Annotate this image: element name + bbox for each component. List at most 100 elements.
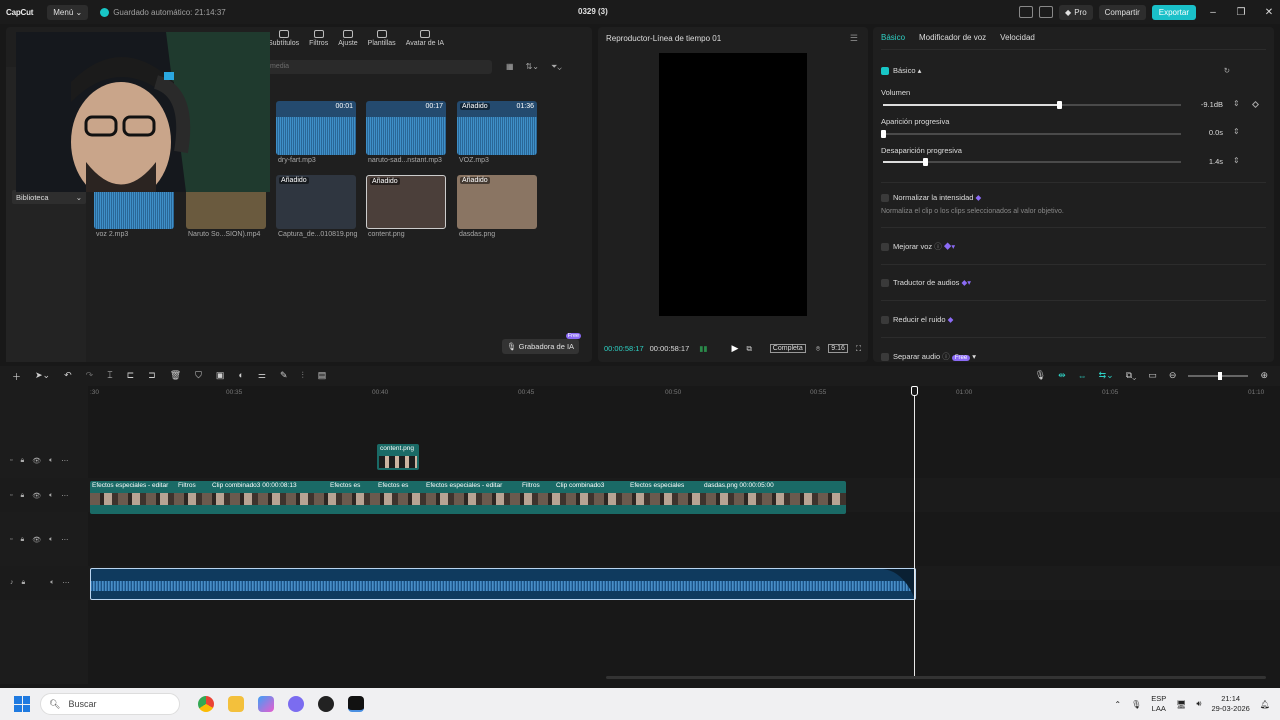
tab-filters[interactable]: Filtros xyxy=(309,30,328,47)
fade-out-value[interactable]: 1.4s xyxy=(1189,157,1223,166)
media-item[interactable]: Añadido 01:36 xyxy=(457,101,537,155)
menu-button[interactable]: Menú ⌄ xyxy=(47,4,89,20)
enhance-checkbox[interactable] xyxy=(881,243,889,252)
minimize-icon[interactable]: – xyxy=(1202,7,1224,18)
lock-icon[interactable]: 🔒︎ xyxy=(22,579,26,587)
close-icon[interactable]: ✕ xyxy=(1258,7,1280,18)
share-button[interactable]: Compartir xyxy=(1098,4,1146,20)
link-icon[interactable]: ⇹ xyxy=(1058,370,1066,381)
media-search-input[interactable]: media xyxy=(264,60,492,74)
zoom-knob[interactable] xyxy=(1218,371,1223,380)
adjust-icon[interactable]: ⚌ xyxy=(258,370,266,383)
media-item[interactable]: 00:01 xyxy=(276,101,356,155)
playhead-handle[interactable] xyxy=(911,386,918,396)
fade-out-knob[interactable] xyxy=(922,158,928,166)
media-icon[interactable]: ▣ xyxy=(216,370,225,383)
chrome-icon[interactable] xyxy=(198,696,214,712)
zoom-slider[interactable] xyxy=(1188,371,1249,380)
tab-adjust[interactable]: Ajuste xyxy=(338,30,358,47)
translate-checkbox[interactable] xyxy=(881,279,889,288)
stepper-icon[interactable]: ⇕ xyxy=(1233,99,1240,108)
enhance-voice-row[interactable]: Mejorar voz ⓘ ◆▾ xyxy=(881,241,1266,252)
speaker-icon[interactable]: 🔈︎ xyxy=(50,579,54,587)
filter-icon[interactable]: ⏷⌄ xyxy=(551,62,562,72)
select-tool-icon[interactable]: ➤⌄ xyxy=(35,370,50,383)
tab-subtitles[interactable]: Subtítulos xyxy=(268,30,299,47)
reset-icon[interactable]: ↻ xyxy=(1224,66,1230,75)
menu-icon[interactable]: ☰ xyxy=(850,33,858,44)
more-icon[interactable]: ⋯ xyxy=(61,457,68,465)
edit-icon[interactable]: ✎ xyxy=(280,370,288,383)
copilot-icon[interactable] xyxy=(258,696,274,712)
tab-ai-avatar[interactable]: Avatar de IA xyxy=(406,30,444,47)
maximize-icon[interactable]: ❐ xyxy=(1230,7,1252,18)
obs-icon[interactable] xyxy=(318,696,334,712)
undo-icon[interactable]: ↶ xyxy=(64,370,72,383)
zoom-out-icon[interactable]: ⊖ xyxy=(1169,370,1177,381)
play-icon[interactable]: ▶ xyxy=(732,343,739,354)
media-item[interactable]: Añadido xyxy=(276,175,356,229)
player-canvas[interactable] xyxy=(659,53,807,316)
track-thumb-icon[interactable]: ▫ xyxy=(10,457,12,465)
fullscreen-icon[interactable]: ⛶ xyxy=(856,344,861,354)
lock-icon[interactable]: 🔒︎ xyxy=(20,457,24,465)
zoom-in-icon[interactable]: ⊕ xyxy=(1260,370,1268,381)
sort-icon[interactable]: ⇅⌄ xyxy=(526,62,539,72)
split-icon[interactable]: ⌶ xyxy=(107,370,112,383)
volume-icon[interactable]: 🔊︎ xyxy=(1196,699,1201,709)
file-explorer-icon[interactable] xyxy=(228,696,244,712)
clock[interactable]: 21:14 29-03-2026 xyxy=(1211,694,1249,714)
shield-icon[interactable]: ⛉ xyxy=(195,370,202,383)
snap-icon[interactable]: ⇔ xyxy=(1078,371,1087,381)
discord-icon[interactable] xyxy=(288,696,304,712)
chevron-up-icon[interactable]: ⌃ xyxy=(1114,700,1121,709)
tab-voice-changer[interactable]: Modificador de voz xyxy=(919,33,986,42)
noise-reduction-row[interactable]: Reducir el ruido ◆ xyxy=(881,315,1266,325)
microphone-icon[interactable]: 🎙 xyxy=(1131,700,1141,709)
fade-in-value[interactable]: 0.0s xyxy=(1189,128,1223,137)
tab-templates[interactable]: Plantillas xyxy=(368,30,396,47)
caption-icon[interactable]: ▭ xyxy=(1148,370,1157,381)
export-button[interactable]: Exportar xyxy=(1151,4,1196,20)
lock-icon[interactable]: 🔒︎ xyxy=(20,536,24,544)
more-icon[interactable]: ⋯ xyxy=(62,579,69,587)
track-thumb-icon[interactable]: ▫ xyxy=(10,536,12,544)
audio-clip[interactable] xyxy=(90,568,916,600)
fade-out-slider[interactable] xyxy=(883,158,1181,166)
layout-icon[interactable] xyxy=(1019,6,1034,18)
lock-icon[interactable]: 🔒︎ xyxy=(20,492,24,500)
speaker-icon[interactable]: 🔈︎ xyxy=(49,457,53,465)
playhead[interactable] xyxy=(914,386,915,676)
normalize-checkbox[interactable] xyxy=(881,194,889,203)
network-icon[interactable]: 🖥︎ xyxy=(1176,700,1186,709)
track-thumb-icon[interactable]: ▫ xyxy=(10,492,12,500)
basic-checkbox[interactable] xyxy=(881,67,889,76)
tab-speed[interactable]: Velocidad xyxy=(1000,33,1035,42)
add-track-icon[interactable]: ＋ xyxy=(12,370,21,383)
library-dropdown[interactable]: Biblioteca ⌄ xyxy=(12,190,86,204)
volume-value[interactable]: -9.1dB xyxy=(1189,100,1223,109)
keyframe-icon[interactable] xyxy=(1251,100,1260,109)
main-video-clip[interactable]: Efectos especiales - editar Filtros Clip… xyxy=(90,481,846,514)
normalize-row[interactable]: Normalizar la intensidad ◆ xyxy=(881,193,1266,203)
volume-slider[interactable] xyxy=(883,101,1181,109)
windows-start-icon[interactable] xyxy=(14,696,30,712)
stepper-icon[interactable]: ⇕ xyxy=(1233,156,1240,165)
language-indicator[interactable]: ESP LAA xyxy=(1151,694,1166,714)
volume-knob[interactable] xyxy=(1056,101,1062,109)
audio-translator-row[interactable]: Traductor de audios ◆▾ xyxy=(881,278,1266,288)
redo-icon[interactable]: ↷ xyxy=(86,370,94,383)
trim-left-icon[interactable]: ⊏ xyxy=(127,370,135,383)
content-image-clip[interactable]: content.png xyxy=(377,444,419,470)
shortcuts-icon[interactable] xyxy=(1039,6,1054,18)
media-item[interactable]: Añadido xyxy=(366,175,446,229)
fade-in-slider[interactable] xyxy=(881,130,1181,138)
more-icon[interactable]: ⋯ xyxy=(61,536,68,544)
speaker-icon[interactable]: 🔈︎ xyxy=(49,536,53,544)
capcut-taskbar-icon[interactable] xyxy=(348,696,364,712)
trim-right-icon[interactable]: ⊐ xyxy=(148,370,156,383)
crop-icon[interactable]: ⧉ xyxy=(746,344,751,354)
basic-section-header[interactable]: Básico ▴ ↻ xyxy=(881,66,1266,76)
tab-basic[interactable]: Básico xyxy=(881,33,905,42)
taskbar-search[interactable]: 🔍︎ Buscar xyxy=(40,693,180,715)
